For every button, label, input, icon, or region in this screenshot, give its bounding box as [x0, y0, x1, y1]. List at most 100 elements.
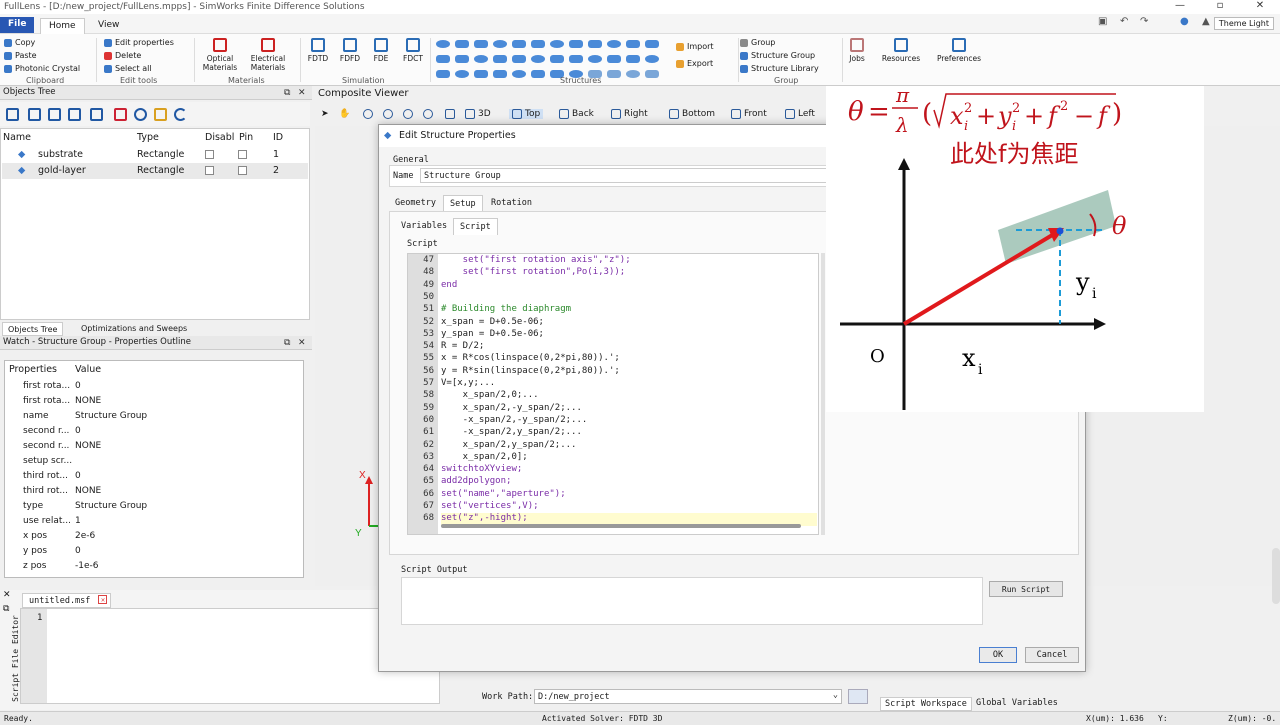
pin-checkbox[interactable] [238, 166, 247, 175]
menu-view[interactable]: View [90, 18, 127, 34]
export-button[interactable]: Export [676, 59, 713, 68]
tab-optimizations[interactable]: Optimizations and Sweeps [76, 322, 192, 336]
horizontal-scrollbar[interactable] [441, 524, 801, 528]
col-id[interactable]: ID [273, 132, 283, 143]
structure-shape-icon[interactable] [474, 55, 488, 63]
structure-shape-icon[interactable] [588, 55, 602, 63]
tab-geometry[interactable]: Geometry [389, 195, 442, 211]
jobs-button[interactable]: Jobs [842, 38, 872, 63]
view-left-button[interactable]: Left [785, 109, 815, 119]
tree-row-substrate[interactable]: ◆ substrate Rectangle 1 [2, 147, 308, 163]
structure-shape-icon[interactable] [512, 55, 526, 63]
structure-shape-icon[interactable] [645, 70, 659, 78]
structure-shape-icon[interactable] [626, 55, 640, 63]
tab-untitled-msf[interactable]: untitled.msf ✕ [22, 593, 112, 608]
close-icon[interactable]: ✕ [298, 88, 306, 98]
work-path-input[interactable]: D:/new_project ⌄ [534, 689, 842, 704]
structure-shape-icon[interactable] [645, 40, 659, 48]
script-code-editor[interactable]: 47 48 49 50 51 52 53 54 55 56 57 58 59 60 61 62 63 64 65 66… [407, 253, 819, 535]
structure-shape-icon[interactable] [436, 40, 450, 48]
tab-variables[interactable]: Variables [395, 218, 453, 234]
structure-shape-icon[interactable] [493, 70, 507, 78]
structure-shape-icon[interactable] [531, 70, 545, 78]
col-disable[interactable]: Disabl [205, 132, 234, 143]
menu-file[interactable]: File [0, 17, 35, 33]
fdct-button[interactable]: FDCT [396, 38, 430, 63]
structure-shape-icon[interactable] [455, 70, 469, 78]
tab-script-workspace[interactable]: Script Workspace [880, 697, 972, 711]
float-icon[interactable]: ⧉ [3, 604, 9, 614]
structure-shape-icon[interactable] [588, 40, 602, 48]
view-front-button[interactable]: Front [731, 109, 767, 119]
close-window-button[interactable]: ✕ [1240, 0, 1280, 11]
optical-materials-button[interactable]: Optical Materials [200, 38, 240, 72]
close-tab-icon[interactable]: ✕ [98, 595, 108, 604]
run-script-button[interactable]: Run Script [989, 581, 1063, 597]
zoom-fit-icon[interactable] [403, 109, 413, 119]
pointer-icon[interactable]: ➤ [321, 109, 329, 119]
structure-shape-icon[interactable] [474, 40, 488, 48]
zoom-region-icon[interactable] [423, 109, 433, 119]
gear-icon[interactable] [134, 108, 147, 121]
theme-selector[interactable]: Theme Light [1213, 17, 1274, 30]
structure-shape-icon[interactable] [531, 40, 545, 48]
property-row[interactable]: z pos -1e-6 [5, 559, 303, 574]
structure-shape-icon[interactable] [626, 70, 640, 78]
pin-checkbox[interactable] [238, 150, 247, 159]
close-icon[interactable]: ✕ [298, 338, 306, 348]
move-up-icon[interactable] [90, 108, 103, 121]
refresh-icon[interactable] [174, 108, 187, 121]
preferences-button[interactable]: Preferences [930, 38, 988, 63]
property-row[interactable]: use relat... 1 [5, 514, 303, 529]
view-reset-icon[interactable] [445, 109, 455, 119]
property-row[interactable]: first rota... 0 [5, 379, 303, 394]
view-bottom-button[interactable]: Bottom [669, 109, 715, 119]
float-icon[interactable]: ⧉ [284, 88, 290, 98]
structure-shape-icon[interactable] [645, 55, 659, 63]
zoom-in-icon[interactable] [363, 109, 373, 119]
undo-icon[interactable]: ↶ [1120, 16, 1128, 27]
structure-shape-icon[interactable] [569, 40, 583, 48]
maximize-button[interactable]: ▫ [1200, 0, 1240, 11]
property-row[interactable]: setup scr... [5, 454, 303, 469]
minimize-button[interactable]: — [1160, 0, 1200, 11]
property-row[interactable]: name Structure Group [5, 409, 303, 424]
tab-script[interactable]: Script [453, 218, 498, 235]
structure-shape-icon[interactable] [436, 55, 450, 63]
cancel-button[interactable]: Cancel [1025, 647, 1079, 663]
tab-objects-tree[interactable]: Objects Tree [2, 322, 64, 336]
property-row[interactable]: second r... 0 [5, 424, 303, 439]
import-button[interactable]: Import [676, 42, 714, 51]
structure-library-button[interactable]: Structure Library [740, 64, 819, 73]
structure-shape-icon[interactable] [493, 55, 507, 63]
structure-shape-icon[interactable] [607, 40, 621, 48]
tree-row-gold-layer[interactable]: ◆ gold-layer Rectangle 2 [2, 163, 308, 179]
property-row[interactable]: x pos 2e-6 [5, 529, 303, 544]
view-top-button[interactable]: Top [509, 109, 544, 119]
col-pin[interactable]: Pin [239, 132, 253, 143]
float-icon[interactable]: ⧉ [284, 338, 290, 348]
property-row[interactable]: y pos 0 [5, 544, 303, 559]
structure-shape-icon[interactable] [607, 70, 621, 78]
select-all-button[interactable]: Select all [104, 64, 152, 73]
structure-shape-icon[interactable] [474, 70, 488, 78]
property-row[interactable]: type Structure Group [5, 499, 303, 514]
key-icon[interactable] [154, 108, 167, 121]
structure-shape-icon[interactable] [550, 40, 564, 48]
tab-rotation[interactable]: Rotation [485, 195, 538, 211]
structure-shape-icon[interactable] [550, 55, 564, 63]
property-row[interactable]: third rot... 0 [5, 469, 303, 484]
zoom-out-icon[interactable] [383, 109, 393, 119]
structure-shape-icon[interactable] [493, 40, 507, 48]
collapse-ribbon-icon[interactable]: ▲ [1202, 16, 1210, 27]
fdfd-button[interactable]: FDFD [332, 38, 368, 63]
edit-properties-button[interactable]: Edit properties [104, 38, 174, 47]
structure-shape-icon[interactable] [512, 40, 526, 48]
view-right-button[interactable]: Right [611, 109, 648, 119]
structure-shape-icon[interactable] [531, 55, 545, 63]
structure-shape-icon[interactable] [607, 55, 621, 63]
tree-expand-icon[interactable] [6, 108, 19, 121]
structure-shape-icon[interactable] [512, 70, 526, 78]
property-row[interactable]: third rot... NONE [5, 484, 303, 499]
property-row[interactable]: first rota... NONE [5, 394, 303, 409]
